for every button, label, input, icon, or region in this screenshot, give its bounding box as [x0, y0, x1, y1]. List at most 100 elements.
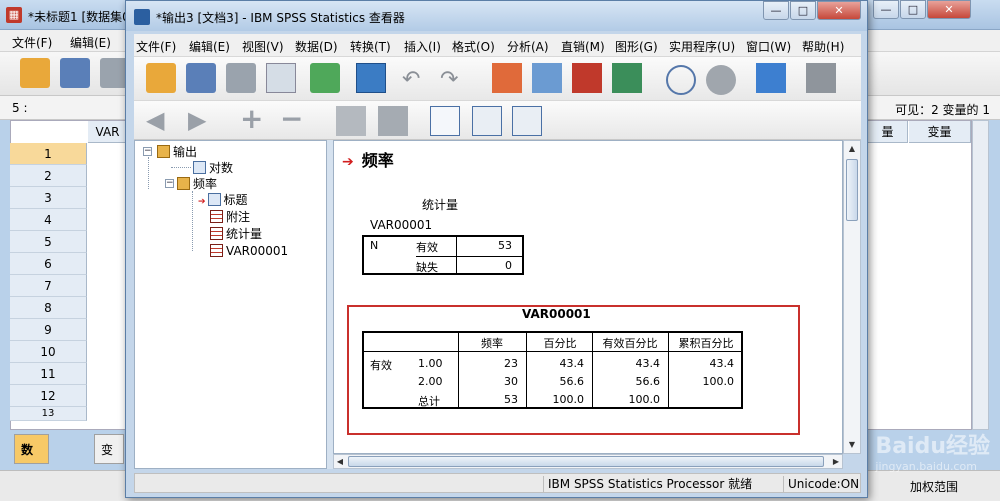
scroll-down-icon[interactable]: ▼	[844, 437, 860, 453]
save-icon[interactable]	[186, 63, 216, 93]
insert-text-icon[interactable]	[512, 106, 542, 136]
processor-status: IBM SPSS Statistics Processor 就绪	[543, 476, 783, 492]
menu-insert[interactable]: 插入(I)	[404, 38, 441, 55]
menu-utilities[interactable]: 实用程序(U)	[669, 38, 735, 55]
tree-item-var00001[interactable]: VAR00001	[210, 243, 288, 259]
menu-view[interactable]: 视图(V)	[242, 38, 284, 55]
row-header-3[interactable]: 3	[10, 187, 87, 209]
menu-format[interactable]: 格式(O)	[452, 38, 495, 55]
menu-data[interactable]: 数据(D)	[295, 38, 338, 55]
data-editor-window-controls: — □ ✕	[872, 0, 971, 19]
outline-pane[interactable]: − 输出 对数 − 频率 ➔ 标题 附注 统计量 VAR00001	[134, 140, 327, 469]
scroll-left-icon[interactable]: ◀	[334, 455, 346, 468]
tree-item-output[interactable]: 输出	[157, 144, 197, 160]
data-grid-scrollbar[interactable]	[972, 120, 989, 430]
statistics-table[interactable]: N 有效 缺失 53 0	[362, 235, 524, 275]
row-header-7[interactable]: 7	[10, 275, 87, 297]
hide-icon[interactable]	[378, 106, 408, 136]
log-icon	[193, 161, 206, 174]
row-header-13[interactable]: 13	[10, 407, 87, 421]
data-editor-title: *未标题1 [数据集0	[28, 10, 130, 24]
save-icon[interactable]	[60, 58, 90, 88]
print-icon[interactable]	[226, 63, 256, 93]
export-icon[interactable]	[310, 63, 340, 93]
tree-collapse-icon[interactable]: −	[143, 147, 152, 156]
scroll-thumb[interactable]	[846, 159, 858, 221]
viewer-maximize-icon[interactable]: □	[790, 1, 816, 20]
content-vertical-scrollbar[interactable]: ▲ ▼	[843, 140, 861, 454]
minimize-icon[interactable]: —	[873, 0, 899, 19]
insert-title-icon[interactable]	[472, 106, 502, 136]
viewer-statusbar: IBM SPSS Statistics Processor 就绪 Unicode…	[134, 473, 861, 493]
show-icon[interactable]	[336, 106, 366, 136]
use-variable-sets-icon[interactable]	[806, 63, 836, 93]
menu-edit[interactable]: 编辑(E)	[70, 34, 111, 51]
row-header-11[interactable]: 11	[10, 363, 87, 385]
content-horizontal-scrollbar[interactable]: ◀ ▶	[333, 454, 843, 469]
promote-icon[interactable]: ◀	[146, 107, 176, 137]
goto-case-icon[interactable]	[532, 63, 562, 93]
open-folder-icon[interactable]	[146, 63, 176, 93]
open-folder-icon[interactable]	[20, 58, 50, 88]
weight-cases-icon[interactable]	[706, 65, 736, 95]
tree-item-title[interactable]: ➔ 标题	[198, 192, 248, 208]
column-header-variable[interactable]: 变量	[909, 121, 971, 143]
variables-icon[interactable]	[612, 63, 642, 93]
menu-direct-marketing[interactable]: 直销(M)	[561, 38, 605, 55]
tree-item-statistics[interactable]: 统计量	[210, 226, 262, 242]
table-gridline	[458, 333, 459, 407]
tree-collapse-icon[interactable]: −	[165, 179, 174, 188]
cell-percent: 43.4	[559, 357, 585, 370]
stats-row-label-n: N	[370, 239, 379, 252]
expand-icon[interactable]: +	[240, 105, 270, 135]
menu-help[interactable]: 帮助(H)	[802, 38, 844, 55]
row-header-4[interactable]: 4	[10, 209, 87, 231]
tree-item-log[interactable]: 对数	[193, 160, 233, 176]
demote-icon[interactable]: ▶	[188, 107, 218, 137]
value-labels-icon[interactable]	[756, 63, 786, 93]
menu-analyze[interactable]: 分析(A)	[507, 38, 549, 55]
collapse-icon[interactable]: −	[280, 105, 310, 135]
column-header-var-partial[interactable]: 量	[868, 121, 908, 143]
row-header-9[interactable]: 9	[10, 319, 87, 341]
cell-frequency: 23	[504, 357, 518, 370]
tab-variable-view[interactable]: 变量	[94, 434, 124, 464]
print-preview-icon[interactable]	[266, 63, 296, 93]
menu-file[interactable]: 文件(F)	[12, 34, 52, 51]
maximize-icon[interactable]: □	[900, 0, 926, 19]
split-file-icon[interactable]	[666, 65, 696, 95]
current-item-arrow-icon: ➔	[342, 154, 354, 170]
menu-window[interactable]: 窗口(W)	[746, 38, 791, 55]
column-header-var[interactable]: VAR	[88, 121, 128, 143]
recall-dialog-icon[interactable]	[356, 63, 386, 93]
insert-heading-icon[interactable]	[430, 106, 460, 136]
undo-icon[interactable]: ↶	[402, 67, 432, 97]
goto-variable-icon[interactable]	[572, 63, 602, 93]
tab-data-view[interactable]: 数据视图(D)	[14, 434, 49, 487]
goto-data-icon[interactable]	[492, 63, 522, 93]
tree-item-notes[interactable]: 附注	[210, 209, 250, 225]
statistics-table-title: 统计量	[422, 198, 459, 212]
scroll-right-icon[interactable]: ▶	[830, 455, 842, 468]
row-header-2[interactable]: 2	[10, 165, 87, 187]
viewer-close-icon[interactable]: ✕	[817, 1, 861, 20]
cell-valid-percent: 100.0	[628, 393, 661, 406]
row-header-1[interactable]: 1	[10, 143, 87, 165]
row-header-8[interactable]: 8	[10, 297, 87, 319]
row-header-6[interactable]: 6	[10, 253, 87, 275]
menu-graphs[interactable]: 图形(G)	[615, 38, 658, 55]
scroll-thumb[interactable]	[348, 456, 824, 467]
redo-icon[interactable]: ↷	[440, 67, 470, 97]
close-icon[interactable]: ✕	[927, 0, 971, 19]
row-header-5[interactable]: 5	[10, 231, 87, 253]
viewer-minimize-icon[interactable]: —	[763, 1, 789, 20]
menu-edit[interactable]: 编辑(E)	[189, 38, 230, 55]
frequency-table[interactable]: 频率 百分比 有效百分比 累积百分比 有效 1.00 23 43.4 43.4 …	[362, 331, 743, 409]
scroll-up-icon[interactable]: ▲	[844, 141, 860, 157]
tree-item-frequencies[interactable]: 频率	[177, 176, 217, 192]
row-header-12[interactable]: 12	[10, 385, 87, 407]
output-content-pane[interactable]: ➔ 频率 统计量 VAR00001 N 有效 缺失 53 0 VAR00001 频…	[333, 140, 843, 454]
row-header-10[interactable]: 10	[10, 341, 87, 363]
menu-file[interactable]: 文件(F)	[136, 38, 176, 55]
menu-transform[interactable]: 转换(T)	[350, 38, 391, 55]
